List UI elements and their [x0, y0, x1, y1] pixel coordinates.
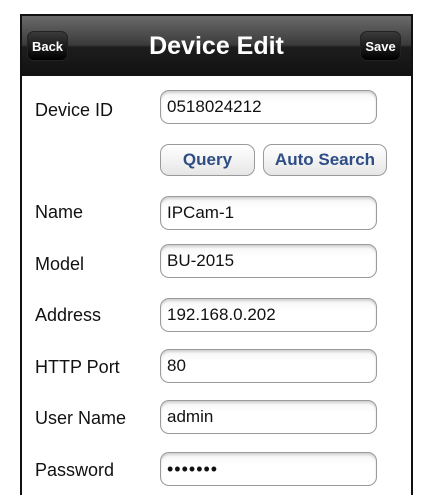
nav-title: Device Edit — [149, 32, 284, 60]
screen: Device Edit Back Save Device ID 05180242… — [0, 0, 429, 495]
password-field[interactable]: ••••••• — [160, 452, 377, 486]
user-name-label: User Name — [35, 408, 127, 428]
user-name-field[interactable]: admin — [160, 400, 377, 434]
password-label: Password — [35, 460, 115, 480]
http-port-label: HTTP Port — [35, 357, 120, 377]
model-field[interactable]: BU-2015 — [160, 244, 377, 278]
name-label: Name — [35, 202, 84, 222]
device-id-field[interactable]: 0518024212 — [160, 90, 377, 124]
back-button[interactable]: Back — [27, 31, 68, 61]
address-field[interactable]: 192.168.0.202 — [160, 298, 377, 332]
navigation-bar: Device Edit Back Save — [22, 16, 411, 76]
device-edit-view: Device Edit Back Save Device ID 05180242… — [20, 14, 413, 495]
model-label: Model — [35, 254, 85, 274]
device-id-label: Device ID — [35, 100, 114, 120]
name-field[interactable]: IPCam-1 — [160, 196, 377, 230]
http-port-field[interactable]: 80 — [160, 349, 377, 383]
save-button[interactable]: Save — [360, 31, 401, 61]
address-label: Address — [35, 305, 102, 325]
auto-search-button[interactable]: Auto Search — [263, 144, 387, 176]
query-button[interactable]: Query — [160, 144, 255, 176]
